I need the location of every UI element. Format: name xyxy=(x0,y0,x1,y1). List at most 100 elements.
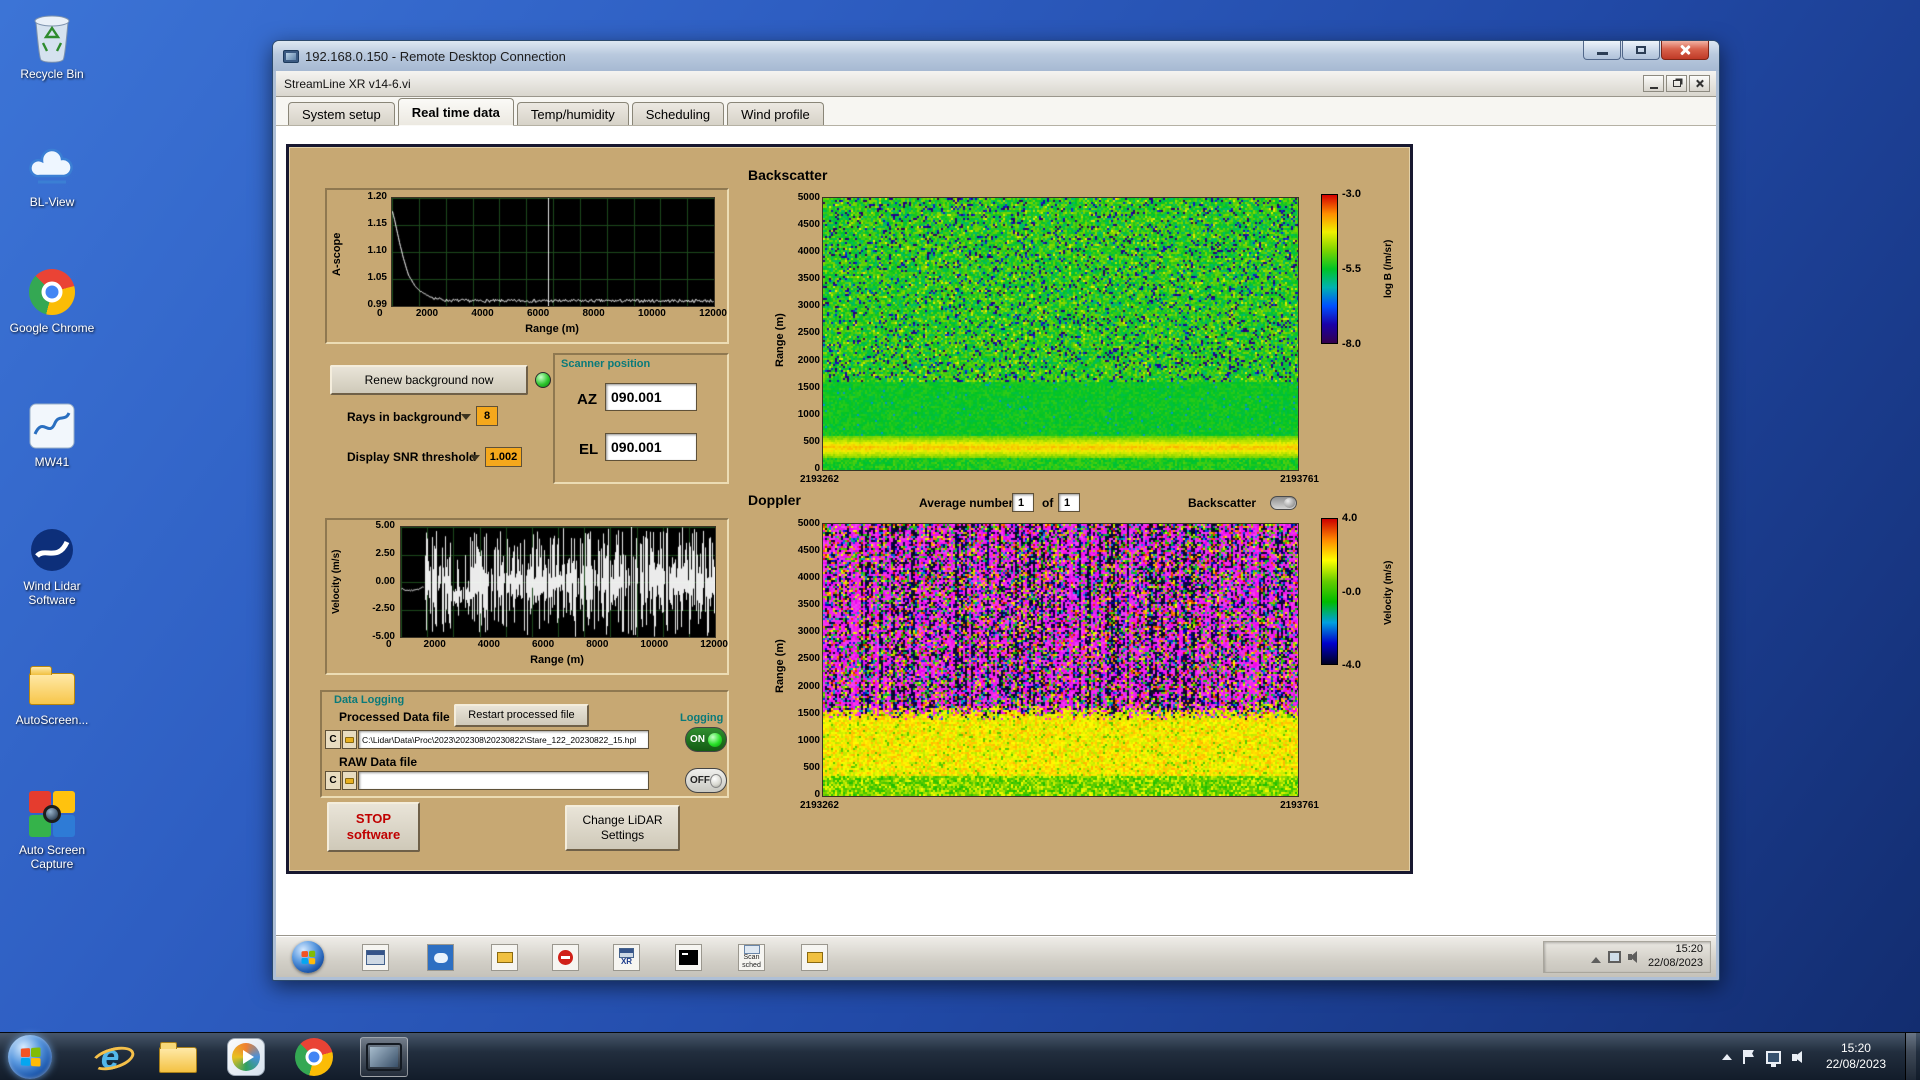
app-titlebar[interactable]: StreamLine XR v14-6.vi xyxy=(276,71,1716,97)
tick-label: -5.5 xyxy=(1342,263,1361,275)
velocity-plot-group: Velocity (m/s) 5.00 2.50 0.00 -2.50 -5.00 02… xyxy=(325,518,729,675)
tick-label: 12000 xyxy=(699,308,727,319)
tab-system-setup[interactable]: System setup xyxy=(288,102,395,125)
action-center-button[interactable] xyxy=(1742,1050,1755,1064)
close-icon xyxy=(1679,44,1691,56)
raw-browse-icon[interactable] xyxy=(342,771,357,790)
minimize-icon xyxy=(1649,86,1658,89)
wind-lidar-icon xyxy=(26,524,78,576)
average-number-field[interactable]: 1 xyxy=(1012,493,1034,512)
show-hidden-icons-button[interactable] xyxy=(1721,1054,1732,1060)
remote-taskbar-file-explorer[interactable] xyxy=(801,944,828,971)
renew-background-button[interactable]: Renew background now xyxy=(330,365,528,395)
maximize-button[interactable] xyxy=(1622,41,1660,60)
desktop-icon-auto-screen-capture[interactable]: Auto Screen Capture xyxy=(4,788,100,872)
minimize-button[interactable] xyxy=(1583,41,1621,60)
remote-taskbar-console[interactable] xyxy=(675,944,702,971)
taskbar-clock[interactable]: 15:20 22/08/2023 xyxy=(1818,1041,1894,1072)
tick-label: 2000 xyxy=(797,680,820,692)
processed-drive-selector[interactable]: C xyxy=(325,730,341,749)
snr-threshold-value[interactable]: 1.002 xyxy=(485,447,522,467)
app-close-button[interactable] xyxy=(1689,75,1710,92)
chrome-icon xyxy=(26,266,78,318)
tick-label: 5000 xyxy=(797,518,820,529)
desktop-icon-recycle-bin[interactable]: Recycle Bin xyxy=(4,12,100,82)
desktop-icon-bl-view[interactable]: BL-View xyxy=(4,140,100,210)
rdp-titlebar[interactable]: 192.168.0.150 - Remote Desktop Connectio… xyxy=(273,41,1719,71)
data-logging-group: Data Logging Processed Data file Restart… xyxy=(320,690,729,798)
tick-label: 500 xyxy=(803,435,820,447)
processed-browse-icon[interactable] xyxy=(342,730,357,749)
renew-background-led xyxy=(535,372,551,388)
show-hidden-icons-icon[interactable] xyxy=(1590,957,1601,963)
backscatter-toggle[interactable] xyxy=(1270,496,1297,510)
rays-spinner[interactable] xyxy=(461,406,473,426)
volume-button[interactable] xyxy=(1791,1050,1807,1064)
ascope-plot-group: A-scope 1.20 1.15 1.10 1.05 0.99 0 2000 4000 60… xyxy=(325,188,729,344)
processed-path-field[interactable]: C:\Lidar\Data\Proc\2023\202308\20230822\… xyxy=(358,730,649,749)
realtime-panel: Backscatter A-scope 1.20 1.15 1.10 1.05 0.99… xyxy=(286,144,1413,874)
remote-taskbar-scan-scheduler[interactable]: Scan sched xyxy=(738,944,765,971)
start-button[interactable] xyxy=(8,1035,52,1079)
xr-icon-label: XR xyxy=(620,957,633,967)
app-restore-button[interactable] xyxy=(1666,75,1687,92)
speaker-icon[interactable] xyxy=(1627,951,1641,963)
raw-data-file-label: RAW Data file xyxy=(339,755,418,769)
change-lidar-settings-button[interactable]: Change LiDAR Settings xyxy=(565,805,680,851)
taskbar-rdp-button[interactable] xyxy=(360,1037,408,1077)
backscatter-colorbar-ticks: -3.0 -5.5 -8.0 xyxy=(1342,188,1382,350)
clock-date: 22/08/2023 xyxy=(1825,1057,1886,1071)
stop-software-button[interactable]: STOP software xyxy=(327,802,420,852)
remote-taskbar-app-folder[interactable] xyxy=(491,944,518,971)
remote-taskbar-app-viewer[interactable] xyxy=(427,944,454,971)
desktop-icon-autoscreen[interactable]: AutoScreen... xyxy=(4,658,100,728)
snr-spinner[interactable] xyxy=(470,447,482,467)
taskbar-chrome[interactable] xyxy=(290,1037,338,1077)
remote-taskbar-app-xr[interactable]: XR xyxy=(613,944,640,971)
taskbar-media-player[interactable] xyxy=(222,1037,270,1077)
remote-taskbar-app-window[interactable] xyxy=(362,944,389,971)
velocity-x-axis-label: Range (m) xyxy=(530,654,584,666)
show-desktop-button[interactable] xyxy=(1905,1033,1916,1080)
tick-label: 4500 xyxy=(797,219,820,231)
taskbar-file-explorer[interactable] xyxy=(154,1037,202,1077)
tick-label: 0 xyxy=(814,788,820,800)
app-minimize-button[interactable] xyxy=(1643,75,1664,92)
raw-logging-toggle[interactable]: OFF xyxy=(685,768,727,793)
az-field[interactable]: 090.001 xyxy=(605,383,697,411)
rays-in-background-value[interactable]: 8 xyxy=(476,406,498,426)
tick-label: 1000 xyxy=(797,408,820,420)
desktop-icon-wind-lidar[interactable]: Wind Lidar Software xyxy=(4,524,100,608)
raw-path-field[interactable] xyxy=(358,771,649,790)
remote-taskbar-app-record[interactable] xyxy=(552,944,579,971)
network-icon[interactable] xyxy=(1607,951,1621,963)
taskbar-internet-explorer[interactable]: e xyxy=(86,1037,134,1077)
desktop-icon-label: BL-View xyxy=(29,195,75,209)
close-button[interactable] xyxy=(1661,41,1709,60)
el-field[interactable]: 090.001 xyxy=(605,433,697,461)
backscatter-x-ticks: 2193262 2193761 xyxy=(800,474,1319,485)
desktop-icon-label: AutoScreen... xyxy=(15,713,89,727)
tick-label: 8000 xyxy=(582,308,605,319)
remote-start-button[interactable] xyxy=(292,941,324,973)
restart-processed-file-button[interactable]: Restart processed file xyxy=(454,704,589,727)
tab-temp-humidity[interactable]: Temp/humidity xyxy=(516,102,629,125)
flag-icon xyxy=(1742,1050,1755,1064)
remote-clock[interactable]: 15:20 22/08/2023 xyxy=(1648,943,1703,971)
tab-scheduling[interactable]: Scheduling xyxy=(631,102,725,125)
tick-label: 1.05 xyxy=(367,272,387,283)
tick-label: 2193761 xyxy=(1280,800,1319,811)
velocity-chart xyxy=(400,526,716,638)
windows-flag-icon xyxy=(20,1047,41,1067)
desktop-icon-mw41[interactable]: MW41 xyxy=(4,400,100,470)
tab-wind-profile[interactable]: Wind profile xyxy=(727,102,824,125)
velocity-y-axis-label: Velocity (m/s) xyxy=(331,549,342,615)
raw-drive-selector[interactable]: C xyxy=(325,771,341,790)
desktop-icon-google-chrome[interactable]: Google Chrome xyxy=(4,266,100,336)
processed-logging-toggle[interactable]: ON xyxy=(685,727,727,752)
network-button[interactable] xyxy=(1765,1050,1781,1067)
tick-label: 1500 xyxy=(797,381,820,393)
tick-label: 2000 xyxy=(797,354,820,366)
tab-real-time-data[interactable]: Real time data xyxy=(397,98,514,126)
average-of-field[interactable]: 1 xyxy=(1058,493,1080,512)
